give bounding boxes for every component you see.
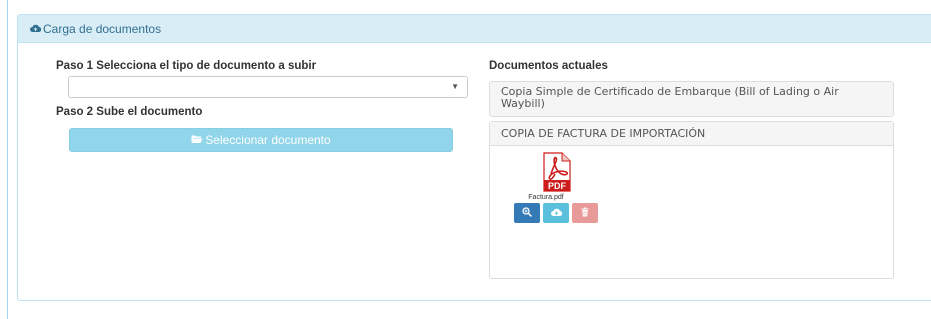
folder-open-icon: [191, 133, 205, 147]
select-document-button[interactable]: Seleccionar documento: [69, 128, 453, 152]
cloud-download-icon: [550, 207, 562, 220]
pdf-type-label: PDF: [548, 181, 567, 191]
file-actions: [514, 203, 598, 223]
cloud-upload-icon: [30, 22, 43, 36]
file-name: Factura.pdf: [528, 194, 564, 201]
panel-title: Carga de documentos: [43, 21, 162, 36]
select-document-label: Seleccionar documento: [205, 133, 331, 147]
doc-item-header[interactable]: COPIA DE FACTURA DE IMPORTACIÓN: [490, 122, 893, 146]
doc-item-label: Copia Simple de Certificado de Embarque …: [501, 85, 839, 110]
download-file-button[interactable]: [543, 203, 569, 223]
doc-item-label: COPIA DE FACTURA DE IMPORTACIÓN: [501, 127, 706, 140]
current-docs-title: Documentos actuales: [489, 60, 608, 72]
step1-label: Paso 1 Selecciona el tipo de documento a…: [56, 60, 317, 72]
zoom-icon: [522, 206, 532, 220]
trash-icon: [581, 207, 589, 220]
doc-item-factura: COPIA DE FACTURA DE IMPORTACIÓN PDF Fact…: [489, 121, 894, 279]
chevron-down-icon: ▼: [451, 82, 459, 91]
document-type-select[interactable]: ▼: [68, 76, 468, 98]
left-border: [7, 0, 8, 319]
step2-label: Paso 2 Sube el documento: [56, 106, 203, 118]
pdf-file-icon: PDF: [542, 152, 572, 195]
doc-item-bill-of-lading[interactable]: Copia Simple de Certificado de Embarque …: [489, 81, 894, 117]
delete-file-button[interactable]: [572, 203, 598, 223]
upload-panel: Carga de documentos Paso 1 Selecciona el…: [17, 14, 931, 301]
view-file-button[interactable]: [514, 203, 540, 223]
panel-heading: Carga de documentos: [18, 15, 931, 43]
